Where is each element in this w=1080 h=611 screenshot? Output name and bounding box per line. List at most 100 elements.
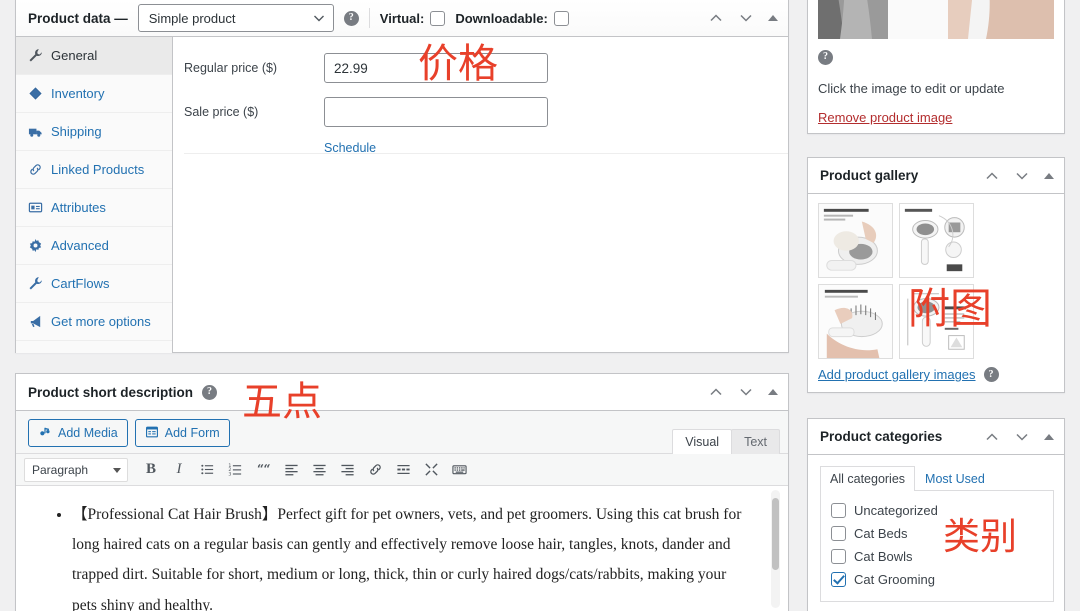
wrench-icon [28,48,43,63]
product-short-description-panel: Product short description ? Add Media Ad… [15,373,789,611]
product-gallery-header: Product gallery [808,158,1064,194]
format-select[interactable]: Paragraph [24,457,128,482]
tab-shipping-label: Shipping [51,124,102,139]
product-type-select[interactable]: Simple product [137,4,334,32]
short-description-title: Product short description [28,384,194,400]
chevron-down-icon [113,467,121,473]
tab-all-categories[interactable]: All categories [820,466,916,491]
move-down-icon[interactable] [738,10,754,26]
tag-icon [28,86,43,101]
category-tabs: All categories Most Used [808,455,1064,491]
tab-get-more-options[interactable]: Get more options [16,303,172,341]
bold-icon[interactable]: B [137,458,165,482]
numbered-list-icon[interactable]: 123 [221,458,249,482]
add-form-label: Add Form [164,426,220,440]
panel-controls [984,168,1054,184]
regular-price-label: Regular price ($) [184,61,278,75]
category-item-uncategorized[interactable]: Uncategorized [831,499,1043,522]
move-up-icon[interactable] [984,168,1000,184]
tab-text[interactable]: Text [731,429,780,454]
tab-inventory[interactable]: Inventory [16,75,172,113]
link-icon [28,162,43,177]
product-image-caption: Click the image to edit or update [818,80,1005,96]
tab-most-used[interactable]: Most Used [915,466,995,491]
editor-scrollbar-thumb[interactable] [772,498,779,570]
gallery-thumbnail[interactable] [818,284,893,359]
bulleted-list-icon[interactable] [193,458,221,482]
category-checkbox[interactable] [831,503,846,518]
tab-advanced[interactable]: Advanced [16,227,172,265]
tab-visual[interactable]: Visual [672,429,733,454]
tab-shipping[interactable]: Shipping [16,113,172,151]
tab-attributes[interactable]: Attributes [16,189,172,227]
keyboard-shortcuts-icon[interactable] [445,458,473,482]
gallery-thumbnail[interactable] [899,284,974,359]
add-media-button[interactable]: Add Media [28,419,128,447]
size-chart-icon [900,285,973,358]
move-down-icon[interactable] [738,384,754,400]
gallery-thumbnails [808,194,1064,363]
help-icon[interactable]: ? [818,49,833,65]
italic-icon[interactable]: I [165,458,193,482]
category-item-cat-beds[interactable]: Cat Beds [831,522,1043,545]
divider [368,8,370,28]
sale-price-input[interactable] [324,97,548,127]
product-image-body: ? Click the image to edit or update Remo… [808,39,1064,135]
move-up-icon[interactable] [708,384,724,400]
fullscreen-icon[interactable] [417,458,445,482]
category-checkbox[interactable] [831,549,846,564]
tab-cartflows[interactable]: CartFlows [16,265,172,303]
category-item-cat-bowls[interactable]: Cat Bowls [831,545,1043,568]
move-up-icon[interactable] [708,10,724,26]
product-features-icon [900,204,973,277]
align-left-icon[interactable] [277,458,305,482]
move-down-icon[interactable] [1014,168,1030,184]
blockquote-icon[interactable]: ““ [249,458,277,482]
tab-get-more-options-label: Get more options [51,314,151,329]
category-checkbox[interactable] [831,526,846,541]
toggle-panel-icon[interactable] [1044,433,1054,440]
regular-price-input[interactable]: 22.99 [324,53,548,83]
format-select-value: Paragraph [32,462,89,477]
toggle-panel-icon[interactable] [768,15,778,21]
general-panel: Regular price ($) 22.99 Sale price ($) S… [173,37,788,353]
move-up-icon[interactable] [984,429,1000,445]
add-product-gallery-images-link[interactable]: Add product gallery images [818,367,976,382]
read-more-icon[interactable] [389,458,417,482]
regular-price-value: 22.99 [334,60,368,76]
remove-product-image-link[interactable]: Remove product image [818,110,1054,125]
product-image-thumbnail[interactable] [818,0,1054,39]
product-data-tabs: General Inventory Shipping Linked Produc… [16,37,173,353]
category-item-cat-grooming[interactable]: Cat Grooming [831,568,1043,591]
category-list: Uncategorized Cat Beds Cat Bowls Cat Gro… [820,490,1054,602]
help-icon[interactable]: ? [983,367,999,382]
toggle-panel-icon[interactable] [768,389,778,395]
downloadable-checkbox-group[interactable]: Downloadable: [455,10,569,26]
category-checkbox[interactable] [831,572,846,587]
align-right-icon[interactable] [333,458,361,482]
product-categories-title: Product categories [820,429,943,444]
help-icon[interactable]: ? [202,384,218,400]
tab-linked-products[interactable]: Linked Products [16,151,172,189]
move-down-icon[interactable] [1014,429,1030,445]
tab-general[interactable]: General [16,37,172,75]
tab-attributes-label: Attributes [51,200,106,215]
attributes-icon [28,200,43,215]
truck-icon [28,124,43,139]
link-icon[interactable] [361,458,389,482]
add-form-button[interactable]: Add Form [134,419,230,447]
gallery-thumbnail[interactable] [818,203,893,278]
cat-photo-icon [818,0,1054,39]
tab-general-label: General [51,48,98,63]
downloadable-checkbox[interactable] [553,10,569,26]
gallery-thumbnail[interactable] [899,203,974,278]
product-categories-panel: Product categories All categories Most U… [807,418,1065,611]
help-icon[interactable]: ? [343,10,359,26]
virtual-checkbox[interactable] [430,10,446,26]
align-center-icon[interactable] [305,458,333,482]
editor-content-area[interactable]: 【Professional Cat Hair Brush】Perfect gif… [16,486,788,611]
toggle-panel-icon[interactable] [1044,172,1054,179]
virtual-checkbox-group[interactable]: Virtual: [380,10,446,26]
short-description-content: 【Professional Cat Hair Brush】Perfect gif… [16,486,788,611]
editor-mode-tabs: Visual Text [672,429,780,454]
